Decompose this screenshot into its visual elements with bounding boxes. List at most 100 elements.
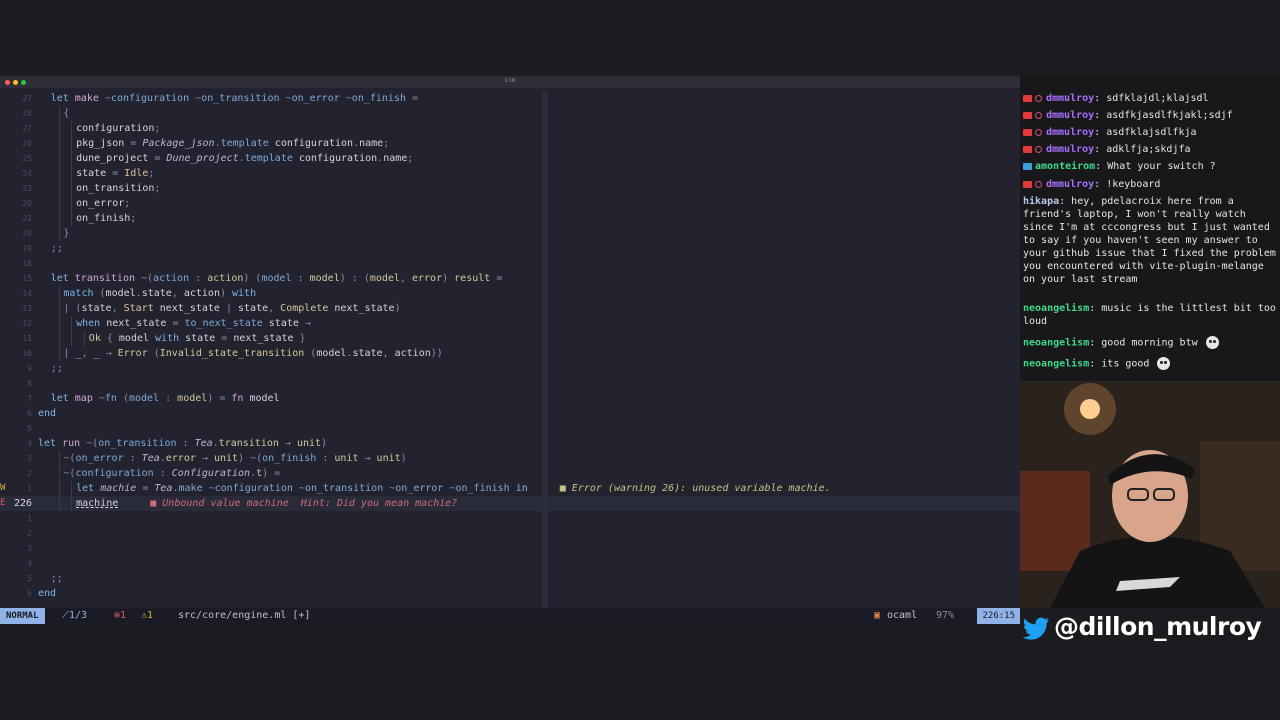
code-text[interactable]: Ok { model with state = next_state }: [89, 331, 306, 346]
code-line[interactable]: 3: [0, 541, 1020, 556]
code-editor[interactable]: 27 let make ~configuration ~on_transition…: [0, 91, 1020, 609]
code-text[interactable]: ~(on_error : Tea.error → unit) ~(on_fini…: [63, 451, 406, 466]
code-line[interactable]: 26 pkg_json = Package_json.template confi…: [0, 136, 1020, 151]
code-text[interactable]: dune_project = Dune_project.template con…: [76, 151, 413, 166]
code-text[interactable]: end: [38, 406, 56, 421]
code-text[interactable]: pkg_json = Package_json.template configu…: [76, 136, 389, 151]
code-text[interactable]: when next_state = to_next_state state →: [76, 316, 311, 331]
code-text[interactable]: ;;: [51, 571, 63, 586]
code-token: model: [316, 348, 347, 359]
code-line[interactable]: 19;;: [0, 241, 1020, 256]
code-token: ): [394, 303, 401, 314]
code-line[interactable]: 13 | (state, Start next_state | state, Co…: [0, 301, 1020, 316]
chat-username[interactable]: dmmulroy: [1046, 127, 1094, 138]
code-line[interactable]: 25 dune_project = Dune_project.template c…: [0, 151, 1020, 166]
code-token: →: [304, 318, 311, 329]
code-text[interactable]: }: [63, 226, 69, 241]
code-token: =: [412, 93, 419, 104]
code-text[interactable]: configuration;: [76, 121, 160, 136]
code-text[interactable]: ;;: [51, 241, 63, 256]
line-number: 20: [22, 229, 32, 238]
code-text[interactable]: let map ~fn (model : model) = fn model: [51, 391, 280, 406]
code-text[interactable]: on_transition;: [76, 181, 160, 196]
code-text[interactable]: let run ~(on_transition : Tea.transition…: [38, 436, 327, 451]
code-line[interactable]: 28 {: [0, 106, 1020, 121]
social-handle: @dillon_mulroy: [1020, 608, 1280, 648]
code-line[interactable]: 8: [0, 376, 1020, 391]
code-token: transition: [218, 438, 285, 449]
chat-username[interactable]: neoangelism: [1023, 359, 1089, 370]
code-text[interactable]: ;;: [51, 361, 63, 376]
chat-username[interactable]: amonteirom: [1035, 161, 1095, 172]
code-line[interactable]: 11 Ok { model with state = next_state }: [0, 331, 1020, 346]
line-number: 18: [22, 259, 32, 268]
code-token: ,: [268, 303, 281, 314]
chat-username[interactable]: dmmulroy: [1046, 144, 1094, 155]
code-text[interactable]: | (state, Start next_state | state, Comp…: [63, 301, 400, 316]
code-line[interactable]: 20}: [0, 226, 1020, 241]
chat-username[interactable]: dmmulroy: [1046, 110, 1094, 121]
code-line[interactable]: 27 configuration;: [0, 121, 1020, 136]
code-token: action: [207, 273, 244, 284]
code-line[interactable]: 1: [0, 511, 1020, 526]
line-number: 19: [22, 244, 32, 253]
code-token: let: [50, 273, 75, 284]
code-text[interactable]: ~(configuration : Configuration.t) =: [63, 466, 280, 481]
chat-username[interactable]: dmmulroy: [1046, 179, 1094, 190]
code-line[interactable]: W 1 let machie = Tea.make ~configuration ~…: [0, 481, 1020, 496]
code-token: make: [74, 93, 105, 104]
code-line[interactable]: 10 | _, _ → Error (Invalid_state_transiti…: [0, 346, 1020, 361]
line-number: 1: [27, 484, 32, 493]
code-text[interactable]: let machie = Tea.make ~configuration ~on…: [76, 481, 831, 496]
code-token: next_state: [159, 303, 226, 314]
code-token: name: [359, 138, 384, 149]
code-token: let: [50, 93, 75, 104]
code-line[interactable]: 2 ~(configuration : Configuration.t) =: [0, 466, 1020, 481]
code-line[interactable]: 4: [0, 556, 1020, 571]
code-line[interactable]: 15 let transition ~(action : action) (mod…: [0, 271, 1020, 286]
code-line[interactable]: 14 match (model.state, action) with: [0, 286, 1020, 301]
chat-message: dmmulroy: asdfkjasdlfkjakl;sdjf: [1023, 109, 1277, 122]
indent-guide: [58, 451, 60, 466]
code-token: unit: [213, 453, 239, 464]
code-text[interactable]: let make ~configuration ~on_transition ~…: [51, 91, 418, 106]
code-text[interactable]: state = Idle;: [76, 166, 154, 181]
split-divider[interactable]: [542, 91, 548, 609]
chat-username[interactable]: hikapa: [1023, 196, 1059, 207]
code-line[interactable]: 21 on_finish;: [0, 211, 1020, 226]
code-line[interactable]: 12 when next_state = to_next_state state …: [0, 316, 1020, 331]
code-text[interactable]: | _, _ → Error (Invalid_state_transition…: [63, 346, 442, 361]
chat-username[interactable]: neoangelism: [1023, 338, 1089, 349]
code-text[interactable]: let transition ~(action : action) (model…: [51, 271, 503, 286]
code-text[interactable]: on_error;: [76, 196, 130, 211]
mode-indicator: NORMAL: [0, 608, 45, 624]
code-text[interactable]: match (model.state, action) with: [63, 286, 256, 301]
code-line[interactable]: 9;;: [0, 361, 1020, 376]
code-line[interactable]: 5;;: [0, 571, 1020, 586]
code-text[interactable]: end: [38, 586, 56, 601]
chat-username[interactable]: dmmulroy: [1046, 93, 1094, 104]
code-line[interactable]: 23 on_transition;: [0, 181, 1020, 196]
current-code-line[interactable]: E 226 machine ■ Unbound value machine Hint:…: [0, 496, 1020, 511]
code-line[interactable]: 27 let make ~configuration ~on_transition…: [0, 91, 1020, 106]
code-line[interactable]: 24 state = Idle;: [0, 166, 1020, 181]
code-line[interactable]: 5: [0, 421, 1020, 436]
code-line[interactable]: 6 end: [0, 406, 1020, 421]
code-line[interactable]: 6 end: [0, 586, 1020, 601]
line-number: 2: [27, 469, 32, 478]
code-text[interactable]: machine ■ Unbound value machine Hint: Did…: [76, 496, 457, 511]
code-line[interactable]: 2: [0, 526, 1020, 541]
code-line[interactable]: 4 let run ~(on_transition : Tea.transitio…: [0, 436, 1020, 451]
chat-username[interactable]: neoangelism: [1023, 303, 1089, 314]
code-text[interactable]: {: [63, 106, 69, 121]
error-count: ⊗1: [114, 610, 127, 621]
code-line[interactable]: 20 on_error;: [0, 196, 1020, 211]
line-number: 9: [27, 364, 32, 373]
code-token: map: [74, 393, 99, 404]
code-text[interactable]: on_finish;: [76, 211, 136, 226]
code-token: | (: [63, 303, 82, 314]
code-line[interactable]: 3 ~(on_error : Tea.error → unit) ~(on_fin…: [0, 451, 1020, 466]
code-token: Ok: [88, 333, 107, 344]
code-line[interactable]: 18: [0, 256, 1020, 271]
code-line[interactable]: 7 let map ~fn (model : model) = fn model: [0, 391, 1020, 406]
